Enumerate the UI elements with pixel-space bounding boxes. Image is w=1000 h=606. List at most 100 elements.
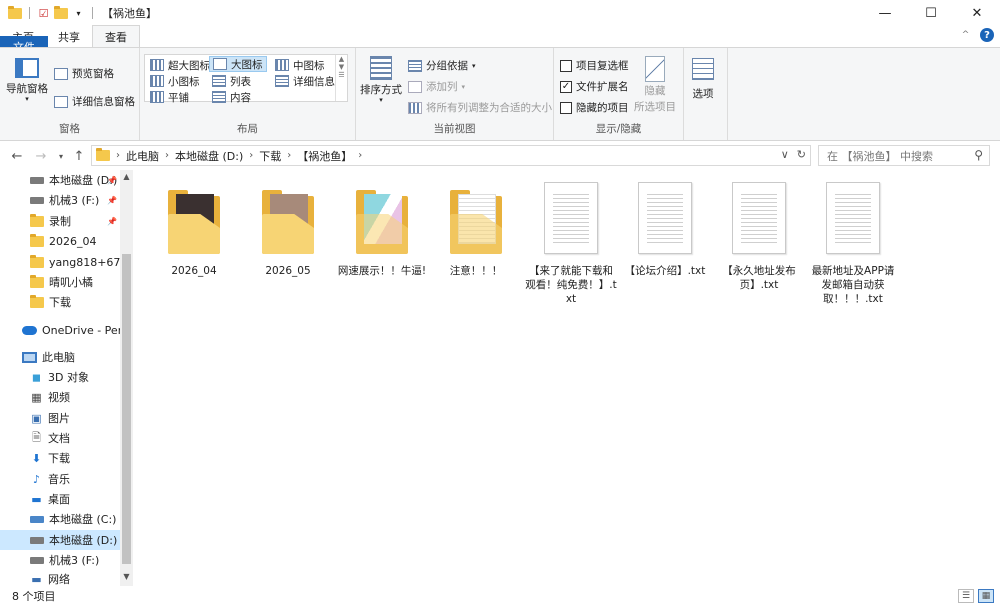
search-icon[interactable]: ⚲ xyxy=(974,148,983,162)
file-item-folder-speed-demo[interactable]: 网速展示！！牛逼! xyxy=(336,180,428,278)
layout-small-icons[interactable]: 小图标 xyxy=(147,73,203,89)
file-item-folder-2026-05[interactable]: 2026_05 xyxy=(242,180,334,278)
sidebar-item-downloads[interactable]: ⬇ 下载 xyxy=(0,448,120,468)
layout-details[interactable]: 详细信息 xyxy=(272,73,338,89)
nav-pane-button[interactable]: 导航窗格 ▾ xyxy=(6,58,48,103)
address-bar[interactable]: › 此电脑 › 本地磁盘 (D:) › 下载 › 【祸池鱼】 › ∨ ↻ xyxy=(91,145,811,166)
sidebar-item-onedrive[interactable]: OneDrive - Perso xyxy=(0,320,120,340)
scroll-down-icon[interactable]: ▼ xyxy=(122,572,131,581)
file-item-txt-permanent-address[interactable]: 【永久地址发布页】.txt xyxy=(713,180,805,292)
sidebar-scroll-thumb[interactable] xyxy=(122,254,131,564)
sidebar-item-yang818[interactable]: yang818+67G xyxy=(0,252,120,272)
sidebar-item-qingji[interactable]: 晴叽小橘 xyxy=(0,272,120,292)
sort-icon xyxy=(370,56,392,80)
tab-view[interactable]: 查看 xyxy=(92,25,140,47)
add-columns-button[interactable]: 添加列 ▾ xyxy=(408,79,465,94)
file-name: 2026_04 xyxy=(171,265,217,277)
breadcrumb-downloads[interactable]: 下载 xyxy=(259,148,281,164)
tab-share[interactable]: 共享 xyxy=(46,26,92,47)
hide-selected-icon xyxy=(645,56,665,82)
sidebar-item-music[interactable]: ♪ 音乐 xyxy=(0,469,120,489)
up-arrow-icon[interactable]: ↑ xyxy=(70,149,88,164)
sidebar-item-drive-f-pinned[interactable]: 机械3 (F:) 📌 xyxy=(0,190,120,210)
drive-icon xyxy=(30,176,44,184)
scroll-up-icon[interactable]: ▲ xyxy=(122,172,131,181)
layout-medium-icons[interactable]: 中图标 xyxy=(272,57,328,73)
sidebar-scrollbar[interactable]: ▲ ▼ xyxy=(120,170,133,586)
properties-icon[interactable]: ☑ xyxy=(37,7,50,20)
back-arrow-icon[interactable]: ← xyxy=(8,149,26,164)
layout-content[interactable]: 内容 xyxy=(209,89,254,105)
sidebar-item-documents[interactable]: 🗎 文档 xyxy=(0,428,120,448)
details-view-icon[interactable]: ☰ xyxy=(958,589,974,603)
sidebar-item-desktop[interactable]: ▬ 桌面 xyxy=(0,489,120,509)
hidden-items-toggle[interactable]: 隐藏的项目 xyxy=(560,100,629,115)
sidebar-item-2026-04[interactable]: 2026_04 xyxy=(0,231,120,251)
help-icon[interactable]: ? xyxy=(980,28,994,42)
cube-icon: ◼ xyxy=(31,370,42,384)
file-item-folder-2026-04[interactable]: 2026_04 xyxy=(148,180,240,278)
folder-icon xyxy=(356,190,408,254)
sidebar-item-downloads-pinned[interactable]: 下载 xyxy=(0,292,120,312)
file-extensions-checkbox[interactable]: ✓ xyxy=(560,80,572,93)
item-checkboxes-checkbox[interactable] xyxy=(560,59,572,72)
breadcrumb-current[interactable]: 【祸池鱼】 xyxy=(297,148,352,164)
ribbon-tabs: 文件 主页 共享 查看 ^ ? xyxy=(0,25,1000,57)
sidebar-item-recordings[interactable]: 录制 📌 xyxy=(0,211,120,231)
search-input[interactable]: 在 【祸池鱼】 中搜索 xyxy=(827,148,933,164)
forward-arrow-icon[interactable]: → xyxy=(32,149,50,164)
breadcrumb-drive-d[interactable]: 本地磁盘 (D:) xyxy=(175,148,243,164)
sidebar-item-3d-objects[interactable]: ◼ 3D 对象 xyxy=(0,367,120,387)
search-box[interactable]: 在 【祸池鱼】 中搜索 ⚲ xyxy=(818,145,990,166)
sidebar-item-videos[interactable]: ▦ 视频 xyxy=(0,387,120,407)
recent-locations-icon[interactable]: ▾ xyxy=(52,152,70,161)
sidebar-item-drive-f[interactable]: 机械3 (F:) xyxy=(0,550,120,570)
quick-access-dropdown-icon[interactable]: ▾ xyxy=(72,7,85,20)
minimize-button[interactable]: — xyxy=(862,0,908,26)
preview-pane-button[interactable]: 预览窗格 xyxy=(54,66,114,81)
extra-large-icons-icon xyxy=(150,59,164,71)
sidebar-item-drive-c[interactable]: 本地磁盘 (C:) xyxy=(0,509,120,529)
file-item-folder-notice[interactable]: 注意！！！ xyxy=(430,180,522,278)
file-extensions-toggle[interactable]: ✓ 文件扩展名 xyxy=(560,79,629,94)
breadcrumb-this-pc[interactable]: 此电脑 xyxy=(126,148,159,164)
hide-selected-items-button[interactable]: 隐藏 所选项目 xyxy=(634,56,676,114)
sort-by-button[interactable]: 排序方式 ▾ xyxy=(360,56,402,104)
sidebar-item-pictures[interactable]: ▣ 图片 xyxy=(0,408,120,428)
file-item-txt-latest-address[interactable]: 最新地址及APP请发邮箱自动获取！！！.txt xyxy=(807,180,899,306)
desktop-icon: ▬ xyxy=(31,492,42,506)
cloud-icon xyxy=(22,325,37,335)
close-button[interactable]: ✕ xyxy=(954,0,1000,26)
new-folder-icon[interactable] xyxy=(54,5,68,19)
document-icon: 🗎 xyxy=(32,430,41,444)
file-item-txt-free-download[interactable]: 【来了就能下载和观看！纯免费！】.txt xyxy=(525,180,617,306)
item-checkboxes-toggle[interactable]: 项目复选框 xyxy=(560,58,629,73)
sidebar-item-network[interactable]: ▬ 网络 xyxy=(0,572,120,587)
layout-gallery-scroll[interactable]: ▲ ▼ ☰ xyxy=(335,55,347,101)
address-dropdown-icon[interactable]: ∨ xyxy=(781,148,789,161)
preview-pane-icon xyxy=(54,67,68,80)
show-hide-group: 项目复选框 ✓ 文件扩展名 隐藏的项目 隐藏 所选项目 显示/隐藏 xyxy=(554,48,684,140)
file-item-txt-forum-intro[interactable]: 【论坛介绍】.txt xyxy=(619,180,711,278)
group-by-button[interactable]: 分组依据 ▾ xyxy=(408,58,476,73)
large-icons-view-icon[interactable]: ▦ xyxy=(978,589,994,603)
sidebar-item-this-pc[interactable]: 此电脑 xyxy=(0,347,120,367)
layout-large-icons[interactable]: 大图标 xyxy=(209,56,267,72)
refresh-icon[interactable]: ↻ xyxy=(797,148,806,161)
size-all-columns-button[interactable]: 将所有列调整为合适的大小 xyxy=(408,100,552,115)
sidebar-item-drive-d-pinned[interactable]: 本地磁盘 (D:) 📌 xyxy=(0,170,120,190)
status-bar: 8 个项目 ☰ ▦ xyxy=(0,586,1000,606)
details-pane-button[interactable]: 详细信息窗格 xyxy=(54,94,135,109)
layout-list[interactable]: 列表 xyxy=(209,73,254,89)
sidebar-item-drive-d[interactable]: 本地磁盘 (D:) xyxy=(0,530,120,550)
layout-tiles[interactable]: 平铺 xyxy=(147,89,192,105)
collapse-ribbon-icon[interactable]: ^ xyxy=(959,29,972,42)
options-button[interactable]: 选项 xyxy=(692,58,714,101)
panes-group-label: 窗格 xyxy=(59,123,80,135)
maximize-button[interactable]: ☐ xyxy=(908,0,954,26)
text-file-icon xyxy=(544,182,598,254)
navigation-pane: 本地磁盘 (D:) 📌 机械3 (F:) 📌 录制 📌 2026_04 yang… xyxy=(0,170,133,586)
hidden-items-checkbox[interactable] xyxy=(560,101,572,114)
show-hide-group-label: 显示/隐藏 xyxy=(595,123,642,135)
layout-extra-large-icons[interactable]: 超大图标 xyxy=(147,57,213,73)
